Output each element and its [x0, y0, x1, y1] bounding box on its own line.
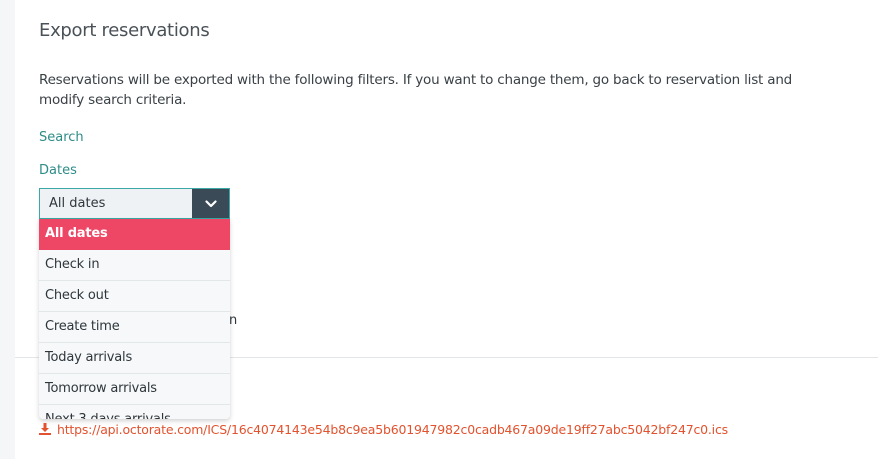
dates-option[interactable]: Today arrivals — [39, 343, 230, 374]
ics-export-link[interactable]: https://api.octorate.com/ICS/16c4074143e… — [39, 420, 728, 439]
dates-option[interactable]: Create time — [39, 312, 230, 343]
dates-option[interactable]: Tomorrow arrivals — [39, 374, 230, 405]
dates-label: Dates — [39, 163, 77, 178]
download-icon — [39, 420, 51, 439]
dates-select[interactable]: All dates — [39, 188, 230, 219]
left-side-strip — [0, 0, 15, 459]
ics-url[interactable]: https://api.octorate.com/ICS/16c4074143e… — [57, 422, 728, 437]
dates-option[interactable]: Next 3 days arrivals — [39, 405, 230, 419]
page-description: Reservations will be exported with the f… — [39, 72, 793, 108]
chevron-down-icon — [204, 199, 217, 207]
dates-option[interactable]: Check in — [39, 250, 230, 281]
dates-select-value: All dates — [49, 196, 106, 211]
page-title: Export reservations — [39, 20, 210, 41]
dates-option[interactable]: Check out — [39, 281, 230, 312]
dates-select-toggle[interactable] — [192, 189, 229, 218]
partially-hidden-text: n — [229, 313, 238, 328]
search-link[interactable]: Search — [39, 130, 84, 145]
dates-dropdown-menu: All dates Check in Check out Create time… — [39, 219, 230, 419]
dates-option[interactable]: All dates — [39, 219, 230, 250]
